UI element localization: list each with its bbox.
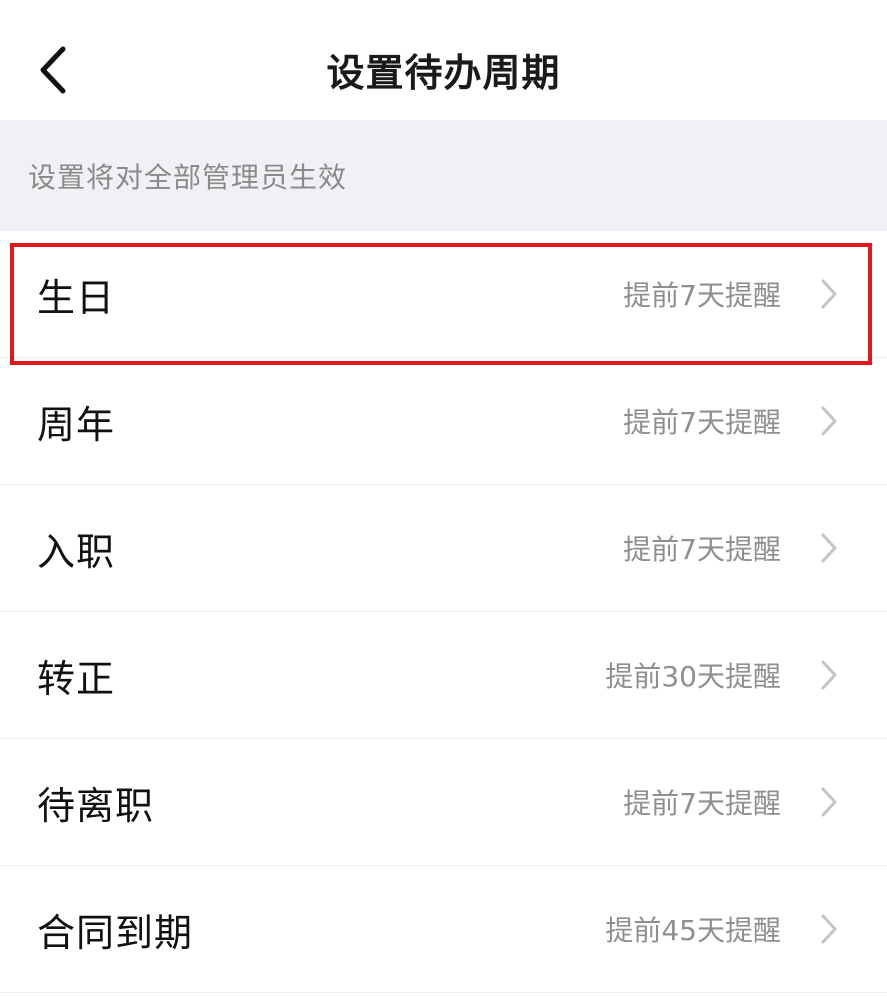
chevron-right-icon: [819, 405, 839, 437]
list-item-anniversary[interactable]: 周年 提前7天提醒: [0, 358, 887, 485]
item-label: 合同到期: [37, 910, 194, 955]
item-value: 提前7天提醒: [623, 279, 781, 312]
item-value: 提前45天提醒: [605, 914, 781, 947]
chevron-right-icon: [819, 278, 839, 310]
list-item-birthday[interactable]: 生日 提前7天提醒: [0, 231, 887, 358]
item-label: 入职: [37, 529, 116, 574]
item-value: 提前7天提醒: [623, 406, 781, 439]
chevron-right-icon: [819, 913, 839, 945]
item-label: 待离职: [37, 783, 155, 828]
chevron-right-icon: [819, 532, 839, 564]
notice-text: 设置将对全部管理员生效: [28, 160, 348, 194]
item-value: 提前7天提醒: [623, 787, 781, 820]
item-label: 转正: [37, 656, 116, 701]
item-label: 周年: [37, 402, 116, 447]
notice-band: 设置将对全部管理员生效: [0, 120, 887, 231]
nav-header: 设置待办周期: [0, 0, 887, 120]
list-item-onboarding[interactable]: 入职 提前7天提醒: [0, 485, 887, 612]
list-item-contract-expiry[interactable]: 合同到期 提前45天提醒: [0, 866, 887, 993]
chevron-right-icon: [819, 659, 839, 691]
item-value: 提前7天提醒: [623, 533, 781, 566]
list-item-probation-end[interactable]: 转正 提前30天提醒: [0, 612, 887, 739]
page: 设置待办周期 设置将对全部管理员生效 生日 提前7天提醒 周年 提前7天提醒 入…: [0, 0, 887, 996]
list-item-pending-resignation[interactable]: 待离职 提前7天提醒: [0, 739, 887, 866]
chevron-right-icon: [819, 786, 839, 818]
item-label: 生日: [37, 275, 116, 320]
page-title: 设置待办周期: [326, 51, 561, 95]
settings-list: 生日 提前7天提醒 周年 提前7天提醒 入职 提前7天提醒 转正 提前30天提醒: [0, 231, 887, 993]
item-value: 提前30天提醒: [605, 660, 781, 693]
